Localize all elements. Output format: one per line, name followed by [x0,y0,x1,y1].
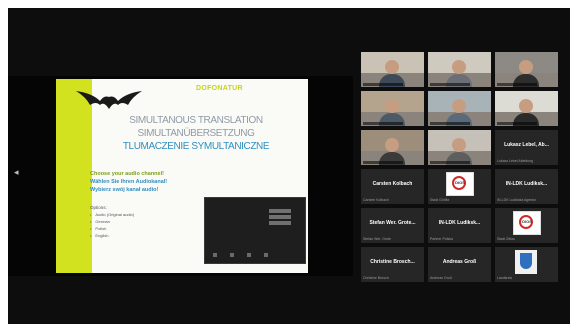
audio-channel-popup [204,197,306,264]
participant-face [385,60,399,74]
participant-tile[interactable] [428,52,491,87]
slide-question-german: Wählen Sie Ihren Audiokanal! [90,179,168,185]
participant-face [452,60,466,74]
participant-subtitle: IN-LDK Ludikska Agentur [497,198,537,202]
collapse-arrow-icon[interactable]: ◂ [14,168,19,177]
participant-name: IN-LDK Ludiksk... [505,181,548,187]
participant-tile[interactable]: Andreas Groß Andreas Groß [428,247,491,282]
participant-subtitle: Stadt Görlitz [430,198,450,202]
participant-tile[interactable]: DIOS Stadt Görlitz [428,169,491,204]
name-caption [497,122,537,125]
participant-subtitle: Lukasz Lebel Abteilung [497,159,533,163]
participant-subtitle: Christine Brosch [363,276,389,280]
slide-options-title: Options: [90,205,107,210]
name-caption [363,161,403,164]
name-caption [497,83,537,86]
slide-options-list: Audio (Original audio) German Polish Eng… [90,211,134,239]
organization-logo-icon: DIOS [513,211,541,235]
name-caption [430,83,470,86]
meeting-window: ◂ DOFONATUR SIMULTANOUS TRANSLATION SIMU… [8,8,570,324]
slide-option: German [90,218,134,225]
participant-tile[interactable]: Lukasz Lebel, Ab... Lukasz Lebel Abteilun… [495,130,558,165]
participant-tile[interactable] [428,91,491,126]
name-caption [430,161,470,164]
participant-name: Andreas Groß [442,259,477,265]
slide-option: Audio (Original audio) [90,211,134,218]
participant-tile[interactable] [495,91,558,126]
slide-title-polish: TLUMACZENIE SYMULTANICZNE [122,141,270,152]
participant-face [385,99,399,113]
participant-face [385,138,399,152]
participant-subtitle: Landkreis [497,276,513,280]
channel-menu[interactable] [269,209,291,231]
bat-logo-icon [76,91,142,109]
coat-of-arms-icon [515,250,537,274]
participant-name: Christine Brosch... [370,259,415,265]
participant-name: Lukasz Lebel, Ab... [504,142,549,148]
participant-subtitle: Stefan Wer. Grote [363,237,391,241]
participant-tile[interactable] [361,52,424,87]
participant-name: Carsten Kolbach [372,181,413,187]
participant-tile[interactable]: Christine Brosch... Christine Brosch [361,247,424,282]
toolbar-icon[interactable] [247,253,251,257]
toolbar-icon[interactable] [213,253,217,257]
shared-screen: ◂ DOFONATUR SIMULTANOUS TRANSLATION SIMU… [8,76,353,276]
participant-name: IN-LDK Ludiksk... [438,220,481,226]
presentation-slide: DOFONATUR SIMULTANOUS TRANSLATION SIMULT… [56,79,308,273]
organization-logo-icon: DIOS [446,172,474,196]
participant-tile[interactable] [428,130,491,165]
participant-subtitle: Andreas Groß [430,276,452,280]
toolbar-icon[interactable] [264,253,268,257]
participant-tile[interactable]: IN-LDK Ludiksk... IN-LDK Ludikska Agentur [495,169,558,204]
popup-toolbar [213,253,268,257]
participant-tile[interactable] [361,130,424,165]
participant-tile[interactable]: Carsten Kolbach Carsten Kolbach [361,169,424,204]
name-caption [363,122,403,125]
participant-tile[interactable]: DIOS Stadt Zittau [495,208,558,243]
participant-face [519,99,533,113]
participant-tile[interactable]: Landkreis [495,247,558,282]
name-caption [363,83,403,86]
participant-name: Stefan Wer. Grote... [369,220,416,226]
toolbar-icon[interactable] [230,253,234,257]
participant-subtitle: Stadt Zittau [497,237,515,241]
slide-option: English [90,232,134,239]
slide-brand: DOFONATUR [196,85,243,92]
participant-face [452,138,466,152]
participant-tile[interactable] [361,91,424,126]
slide-question-english: Choose your audio channel! [90,171,164,177]
participant-tile[interactable] [495,52,558,87]
participant-face [452,99,466,113]
slide-question-polish: Wybierz swój kanał audio! [90,187,159,193]
slide-option: Polish [90,225,134,232]
participant-subtitle: Carsten Kolbach [363,198,389,202]
participant-subtitle: Partner Polska [430,237,453,241]
participant-tile[interactable]: IN-LDK Ludiksk... Partner Polska [428,208,491,243]
slide-title-german: SIMULTANÜBERSETZUNG [137,128,255,139]
participant-face [519,60,533,74]
participant-tile[interactable]: Stefan Wer. Grote... Stefan Wer. Grote [361,208,424,243]
name-caption [430,122,470,125]
slide-title-english: SIMULTANOUS TRANSLATION [129,115,263,126]
